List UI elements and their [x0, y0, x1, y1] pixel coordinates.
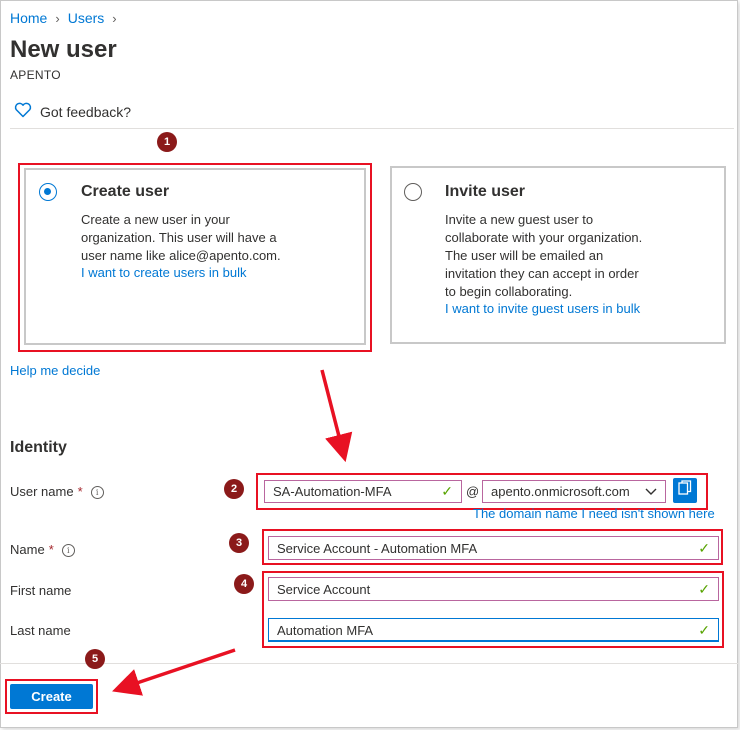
arrow-to-username [320, 369, 353, 463]
arrow-annotation [112, 369, 353, 696]
arrow-to-create [112, 648, 236, 696]
